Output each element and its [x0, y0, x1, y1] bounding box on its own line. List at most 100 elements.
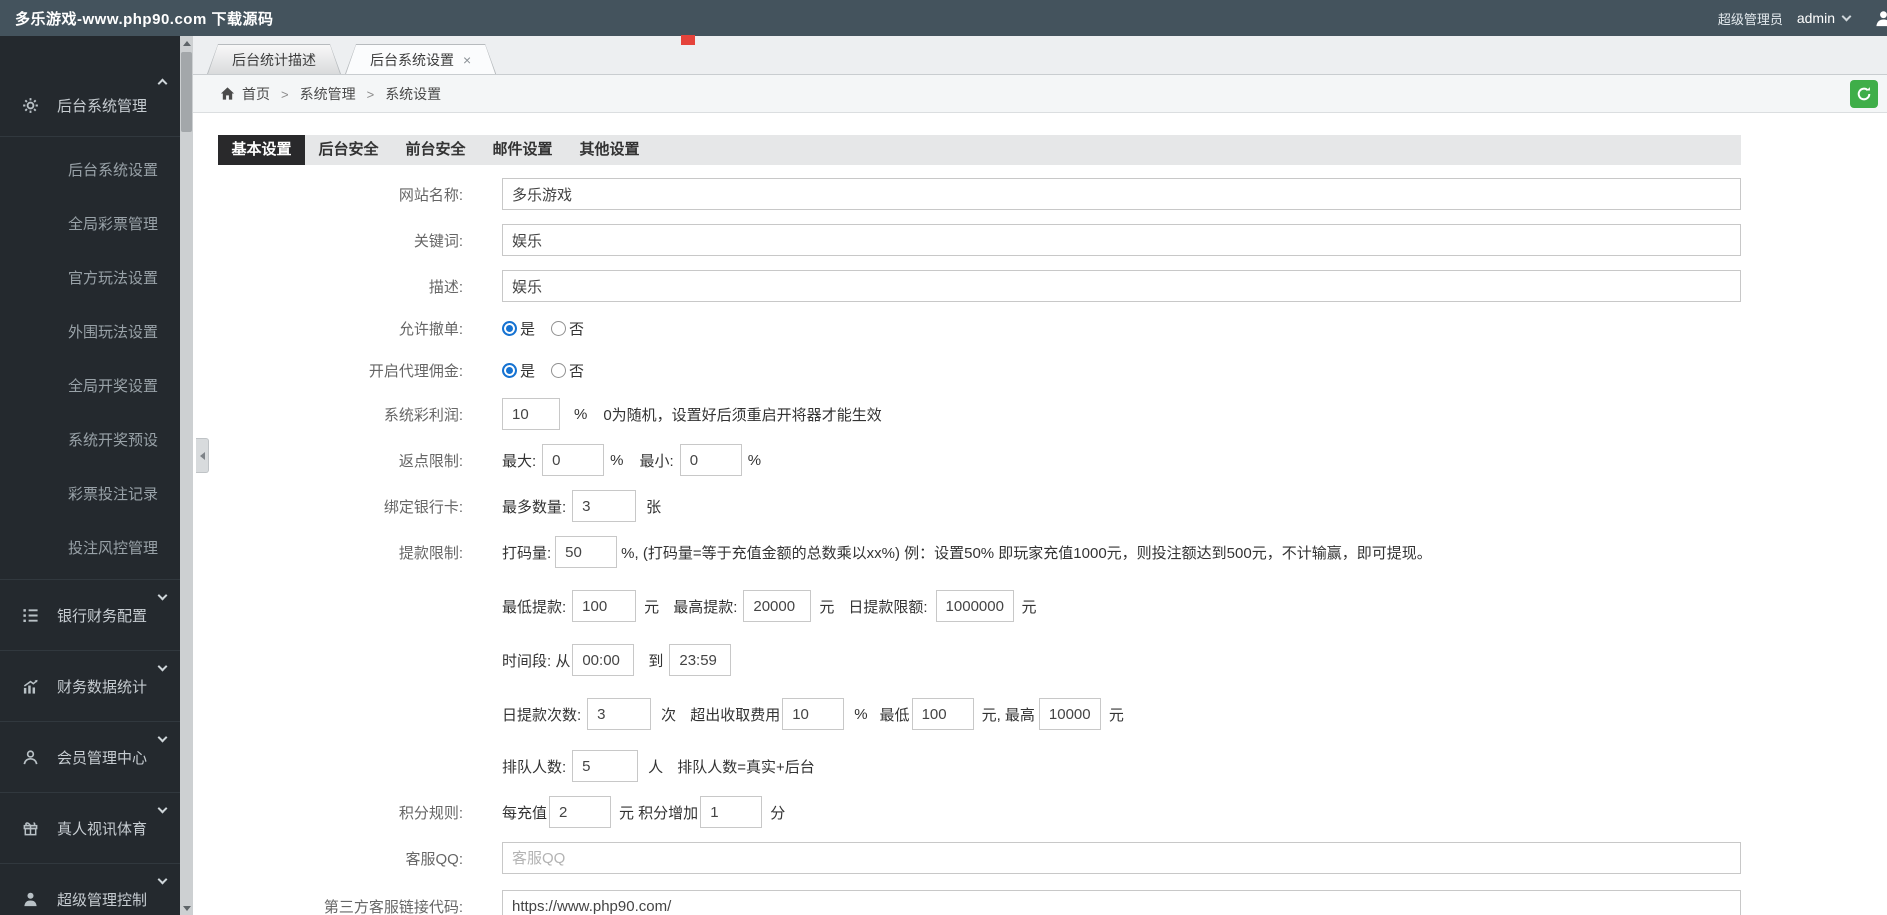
inline-text: % [610, 451, 624, 469]
form-row: 提款限制: 打码量: %, (打码量=等于充值金额的总数乘以xx%) 例：设置50%… [218, 536, 1887, 568]
agent-commission-yes-radio[interactable]: 是 [502, 360, 535, 381]
breadcrumb-item[interactable]: 首页 [242, 86, 270, 102]
time-to-input[interactable] [669, 644, 732, 676]
settings-tab[interactable]: 前台安全 [392, 135, 479, 165]
site-name-input[interactable] [502, 178, 1741, 210]
list-icon [22, 606, 40, 624]
refresh-button[interactable] [1850, 80, 1878, 108]
excess-fee-input[interactable] [782, 698, 845, 730]
radio-label: 是 [520, 362, 536, 380]
inline-text: 元 积分增加 [619, 804, 699, 822]
description-input[interactable] [502, 270, 1741, 302]
sidebar-collapse-handle[interactable] [196, 438, 209, 473]
window-tabstrip: 后台统计描述 后台系统设置 × [193, 36, 1887, 75]
sidebar-item[interactable]: 投注风控管理 [0, 522, 180, 576]
scroll-up-arrow-icon[interactable] [180, 36, 193, 50]
sidebar-item[interactable]: 全局彩票管理 [0, 198, 180, 252]
sidebar-item[interactable]: 后台系统设置 [0, 144, 180, 198]
inline-text: 排队人数: [502, 758, 567, 776]
sidebar-group: 会员管理中心 [0, 721, 180, 792]
field-group [502, 178, 1741, 210]
rebate-min-input[interactable] [679, 444, 742, 476]
chevron-down-icon[interactable] [1841, 11, 1852, 22]
settings-tab[interactable]: 其他设置 [566, 135, 653, 165]
settings-tab[interactable]: 后台安全 [305, 135, 392, 165]
scrollbar-thumb[interactable] [181, 52, 192, 132]
field-group: 最多数量: 张 [502, 490, 661, 522]
third-party-service-link-input[interactable] [502, 890, 1741, 915]
settings-tab[interactable]: 邮件设置 [479, 135, 566, 165]
field-group: 日提款次数: 次超出收取费用% 最低 元, 最高 元 [502, 698, 1124, 730]
inline-text: 0为随机，设置好后须重启开将器才能生效 [603, 406, 882, 424]
wager-percent-input[interactable] [555, 536, 618, 568]
service-qq-input[interactable] [502, 842, 1741, 874]
sidebar-group-header[interactable]: 超级管理控制 [0, 864, 180, 915]
time-from-input[interactable] [572, 644, 635, 676]
sidebar-group-label: 财务数据统计 [57, 678, 148, 696]
radio-circle-icon [551, 362, 567, 378]
field-group [502, 270, 1741, 302]
allow-cancel-yes-radio[interactable]: 是 [502, 318, 535, 339]
sidebar-group-header[interactable]: 财务数据统计 [0, 651, 180, 721]
window-tab[interactable]: 后台统计描述 [207, 44, 341, 74]
field-label: 绑定银行卡: [383, 498, 463, 516]
rebate-max-input[interactable] [542, 444, 605, 476]
fee-max-input[interactable] [1038, 698, 1101, 730]
sidebar-item[interactable]: 外围玩法设置 [0, 306, 180, 360]
sidebar-group-header[interactable]: 后台系统管理 [0, 74, 180, 137]
sidebar-item[interactable]: 系统开奖预设 [0, 414, 180, 468]
close-tab-icon[interactable]: × [463, 53, 471, 67]
field-label: 关键词: [413, 232, 463, 250]
queue-count-input[interactable] [572, 750, 639, 782]
max-withdraw-input[interactable] [743, 590, 812, 622]
field-group: 排队人数: 人排队人数=真实+后台 [502, 750, 815, 782]
breadcrumb-item[interactable]: 系统管理 [300, 86, 356, 102]
sidebar-item[interactable]: 全局开奖设置 [0, 360, 180, 414]
points-gain-input[interactable] [700, 796, 763, 828]
field-group: 是否 [502, 318, 584, 339]
settings-tab[interactable]: 基本设置 [218, 135, 305, 165]
chevron-down-icon [157, 590, 168, 601]
recharge-amount-input[interactable] [549, 796, 612, 828]
keywords-input[interactable] [502, 224, 1741, 256]
sidebar-group-header[interactable]: 银行财务配置 [0, 580, 180, 650]
user-avatar-icon[interactable] [1874, 9, 1887, 28]
window-tab[interactable]: 后台系统设置 × [345, 44, 496, 74]
inline-text: 排队人数=真实+后台 [677, 758, 815, 776]
system-profit-input[interactable] [502, 398, 560, 430]
daily-withdraw-limit-input[interactable] [935, 590, 1014, 622]
inline-text: 日提款限额: [848, 598, 928, 616]
inline-text: 最小: [639, 452, 674, 470]
sidebar-group-header[interactable]: 真人视讯体育 [0, 793, 180, 863]
daily-withdraw-times-input[interactable] [587, 698, 652, 730]
inline-text: 最高提款: [673, 598, 738, 616]
sidebar-group-header[interactable]: 会员管理中心 [0, 722, 180, 792]
inline-text: 元 [1021, 598, 1037, 616]
fee-min-input[interactable] [911, 698, 974, 730]
field-group: 是否 [502, 360, 584, 381]
field-label: 系统彩利润: [383, 406, 463, 424]
agent-commission-no-radio[interactable]: 否 [551, 360, 584, 381]
form-row: 网站名称: [218, 178, 1887, 210]
field-group: % 0为随机，设置好后须重启开将器才能生效 [502, 398, 882, 430]
field-group: 打码量: %, (打码量=等于充值金额的总数乘以xx%) 例：设置50% 即玩家充… [502, 536, 1432, 568]
sidebar-item[interactable]: 官方玩法设置 [0, 252, 180, 306]
field-label: 返点限制: [398, 452, 463, 470]
inline-text: % [854, 705, 868, 723]
app-title: 多乐游戏-www.php90.com 下载源码 [15, 10, 274, 28]
topbar: 多乐游戏-www.php90.com 下载源码 超级管理员 admin [0, 0, 1887, 36]
username-dropdown[interactable]: admin [1797, 10, 1835, 26]
sidebar-group-label: 银行财务配置 [57, 607, 148, 625]
sidebar-item[interactable]: 彩票投注记录 [0, 468, 180, 522]
sidebar-scrollbar[interactable] [180, 36, 193, 915]
inline-text: 日提款次数: [502, 706, 582, 724]
min-withdraw-input[interactable] [572, 590, 637, 622]
inline-text: 时间段: 从 [502, 652, 571, 670]
scroll-down-arrow-icon[interactable] [180, 901, 193, 915]
allow-cancel-no-radio[interactable]: 否 [551, 318, 584, 339]
form-row: 排队人数: 人排队人数=真实+后台 [218, 750, 1887, 782]
bankcard-max-input[interactable] [572, 490, 637, 522]
field-label: 第三方客服链接代码: [323, 898, 463, 915]
radio-circle-icon [551, 320, 567, 336]
field-label: 允许撤单: [398, 320, 463, 338]
